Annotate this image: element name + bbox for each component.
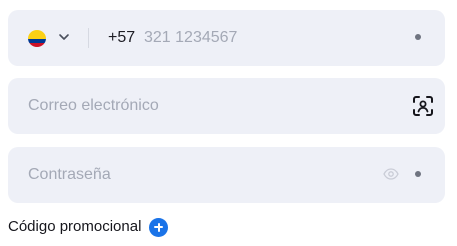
status-dot [415,171,421,177]
plus-circle-icon[interactable] [149,217,169,237]
divider [88,28,89,48]
promo-code-toggle[interactable]: Código promocional [8,216,169,238]
password-input[interactable] [28,162,368,188]
phone-input[interactable] [144,25,404,51]
country-code-prefix: +57 [108,29,136,46]
password-field[interactable] [8,147,445,203]
status-dot [415,34,421,40]
contact-scan-icon[interactable] [411,94,435,118]
eye-icon[interactable] [383,167,399,181]
chevron-down-icon[interactable] [58,31,70,43]
phone-field[interactable]: +57 [8,10,445,66]
colombia-flag-icon[interactable] [28,30,46,47]
email-input[interactable] [28,93,368,119]
email-field[interactable] [8,78,445,134]
promo-code-label: Código promocional [8,218,142,235]
